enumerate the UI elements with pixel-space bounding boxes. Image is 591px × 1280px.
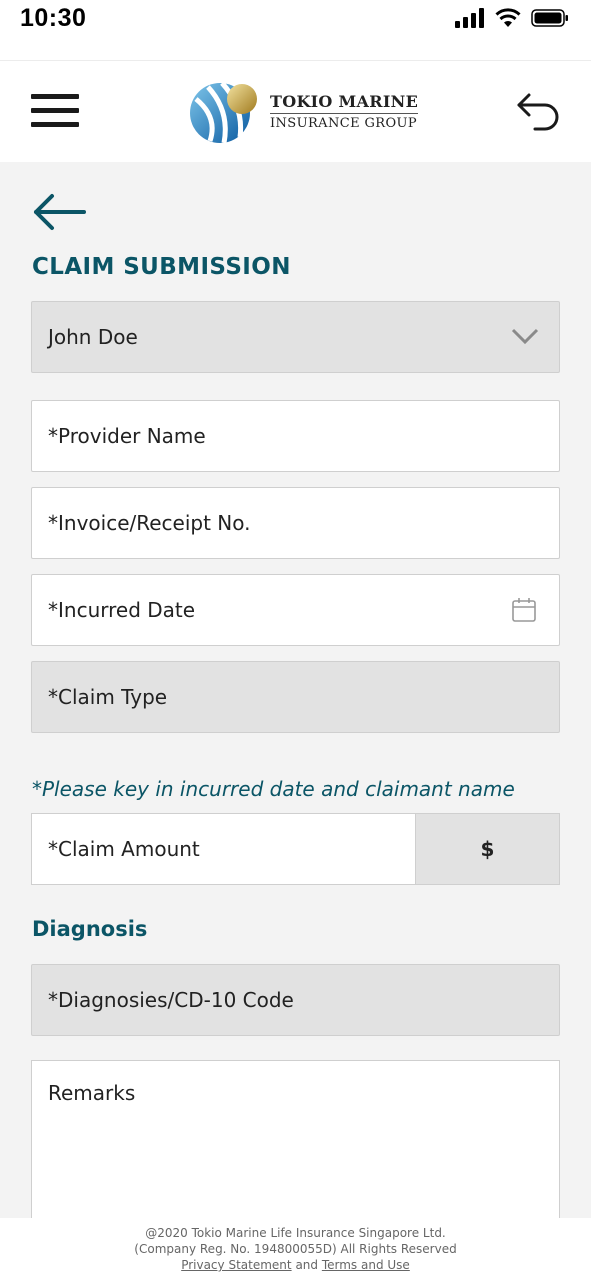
provider-name-input[interactable]: *Provider Name <box>31 400 560 472</box>
status-bar: 10:30 <box>0 0 591 60</box>
diagnosis-heading: Diagnosis <box>32 917 148 941</box>
footer-registration: (Company Reg. No. 194800055D) All Rights… <box>134 1242 457 1256</box>
privacy-statement-link[interactable]: Privacy Statement <box>181 1258 291 1272</box>
currency-label: $ <box>415 813 560 885</box>
invoice-number-input[interactable]: *Invoice/Receipt No. <box>31 487 560 559</box>
back-arrow-icon[interactable] <box>32 192 88 232</box>
chevron-down-icon <box>511 328 539 345</box>
claimant-value: John Doe <box>48 325 138 349</box>
claimant-select[interactable]: John Doe <box>31 301 560 373</box>
diagnosis-code-select[interactable]: *Diagnosies/CD-10 Code <box>31 964 560 1036</box>
page-title: CLAIM SUBMISSION <box>32 254 291 280</box>
undo-icon[interactable] <box>515 91 563 131</box>
remarks-placeholder: Remarks <box>48 1081 136 1105</box>
footer: @2020 Tokio Marine Life Insurance Singap… <box>0 1218 591 1280</box>
calendar-icon[interactable] <box>511 597 537 623</box>
footer-and: and <box>295 1258 319 1272</box>
remarks-textarea[interactable]: Remarks <box>31 1060 560 1230</box>
claim-type-placeholder: *Claim Type <box>48 685 168 709</box>
logo-emblem-icon <box>190 81 257 144</box>
incurred-date-input[interactable]: *Incurred Date <box>31 574 560 646</box>
claim-amount-input[interactable]: *Claim Amount <box>31 813 417 885</box>
battery-icon <box>531 9 568 27</box>
menu-icon[interactable] <box>31 94 79 130</box>
incurred-date-placeholder: *Incurred Date <box>48 598 196 622</box>
app-header: TOKIO MARINE INSURANCE GROUP <box>0 60 591 162</box>
claim-amount-row: *Claim Amount $ <box>31 813 560 885</box>
logo-title: TOKIO MARINE <box>270 92 419 114</box>
company-logo: TOKIO MARINE INSURANCE GROUP <box>188 77 419 145</box>
claim-type-select[interactable]: *Claim Type <box>31 661 560 733</box>
provider-name-placeholder: *Provider Name <box>48 424 206 448</box>
hint-text: *Please key in incurred date and claiman… <box>32 777 515 801</box>
footer-copyright: @2020 Tokio Marine Life Insurance Singap… <box>145 1226 446 1240</box>
wifi-icon <box>495 8 521 27</box>
claim-amount-placeholder: *Claim Amount <box>48 837 200 861</box>
terms-link[interactable]: Terms and Use <box>322 1258 410 1272</box>
invoice-number-placeholder: *Invoice/Receipt No. <box>48 511 251 535</box>
status-icons <box>455 8 569 28</box>
signal-icon <box>455 8 484 28</box>
diagnosis-code-placeholder: *Diagnosies/CD-10 Code <box>48 988 294 1012</box>
status-time: 10:30 <box>20 4 87 32</box>
logo-subtitle: INSURANCE GROUP <box>270 115 418 131</box>
